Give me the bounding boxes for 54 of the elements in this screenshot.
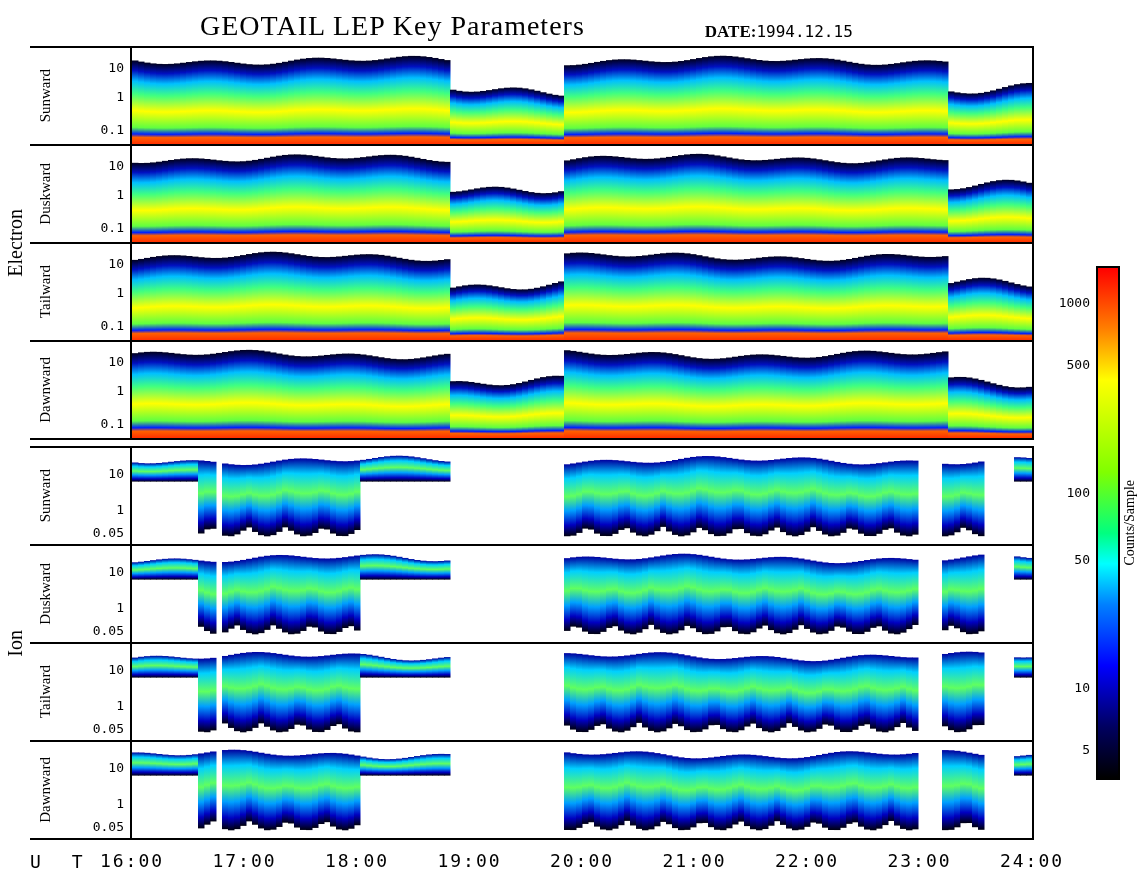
colorbar-tick-label: 5	[1082, 741, 1090, 757]
date-label: DATE:	[704, 22, 757, 41]
y-tick-label: 10	[108, 465, 124, 481]
y-tick-label: 10	[108, 255, 124, 271]
x-tick-label: 23:00	[887, 850, 952, 871]
date-value: 1994.12.15	[756, 22, 853, 41]
colorbar-tick-label: 1000	[1058, 294, 1090, 310]
x-tick-label: 16:00	[99, 850, 165, 871]
y-tick-label: 0.05	[92, 622, 124, 638]
y-tick-label: 0.05	[92, 524, 124, 540]
group-label: Ion	[3, 629, 27, 657]
y-tick-label: 10	[108, 157, 124, 173]
direction-label: Duskward	[36, 163, 54, 225]
y-tick-label: 0.1	[100, 415, 124, 431]
y-tick-label: 0.05	[92, 720, 124, 736]
y-tick-label: 10	[108, 661, 124, 677]
x-tick-label: 21:00	[662, 850, 727, 871]
y-tick-label: 1	[116, 697, 124, 713]
direction-label: Tailward	[36, 265, 54, 319]
colorbar-tick-label: 50	[1074, 551, 1090, 567]
y-tick-label: 1	[116, 186, 124, 202]
x-axis-label: U T	[29, 850, 94, 872]
y-tick-label: 10	[108, 563, 124, 579]
y-tick-label: 1	[116, 501, 124, 517]
y-tick-label: 0.1	[100, 219, 124, 235]
y-tick-label: 1	[116, 599, 124, 615]
direction-label: Dawnward	[36, 757, 54, 823]
y-tick-label: 0.05	[92, 818, 124, 834]
y-tick-label: 0.1	[100, 317, 124, 333]
colorbar-tick-label: 10	[1074, 679, 1090, 695]
colorbar-tick-label: 500	[1066, 356, 1090, 372]
direction-label: Tailward	[36, 665, 54, 719]
direction-label: Duskward	[36, 563, 54, 625]
colorbar-tick-label: 100	[1066, 484, 1090, 500]
direction-label: Dawnward	[36, 357, 54, 423]
x-tick-label: 22:00	[774, 850, 840, 871]
y-tick-label: 1	[116, 284, 124, 300]
y-tick-label: 10	[108, 759, 124, 775]
y-tick-label: 1	[116, 88, 124, 104]
x-tick-label: 24:00	[999, 850, 1065, 871]
x-tick-label: 17:00	[212, 850, 277, 871]
y-tick-label: 0.1	[100, 121, 124, 137]
direction-label: Sunward	[36, 69, 54, 123]
x-tick-label: 18:00	[324, 850, 390, 871]
y-tick-label: 10	[108, 353, 124, 369]
x-tick-label: 19:00	[437, 850, 502, 871]
y-tick-label: 1	[116, 795, 124, 811]
y-tick-label: 10	[108, 59, 124, 75]
chart-title: GEOTAIL LEP Key Parameters	[200, 10, 585, 43]
group-label: Electron	[3, 209, 27, 277]
direction-label: Sunward	[36, 469, 54, 523]
y-tick-label: 1	[116, 382, 124, 398]
x-tick-label: 20:00	[549, 850, 615, 871]
colorbar-label: Counts/Sample	[1122, 480, 1138, 566]
